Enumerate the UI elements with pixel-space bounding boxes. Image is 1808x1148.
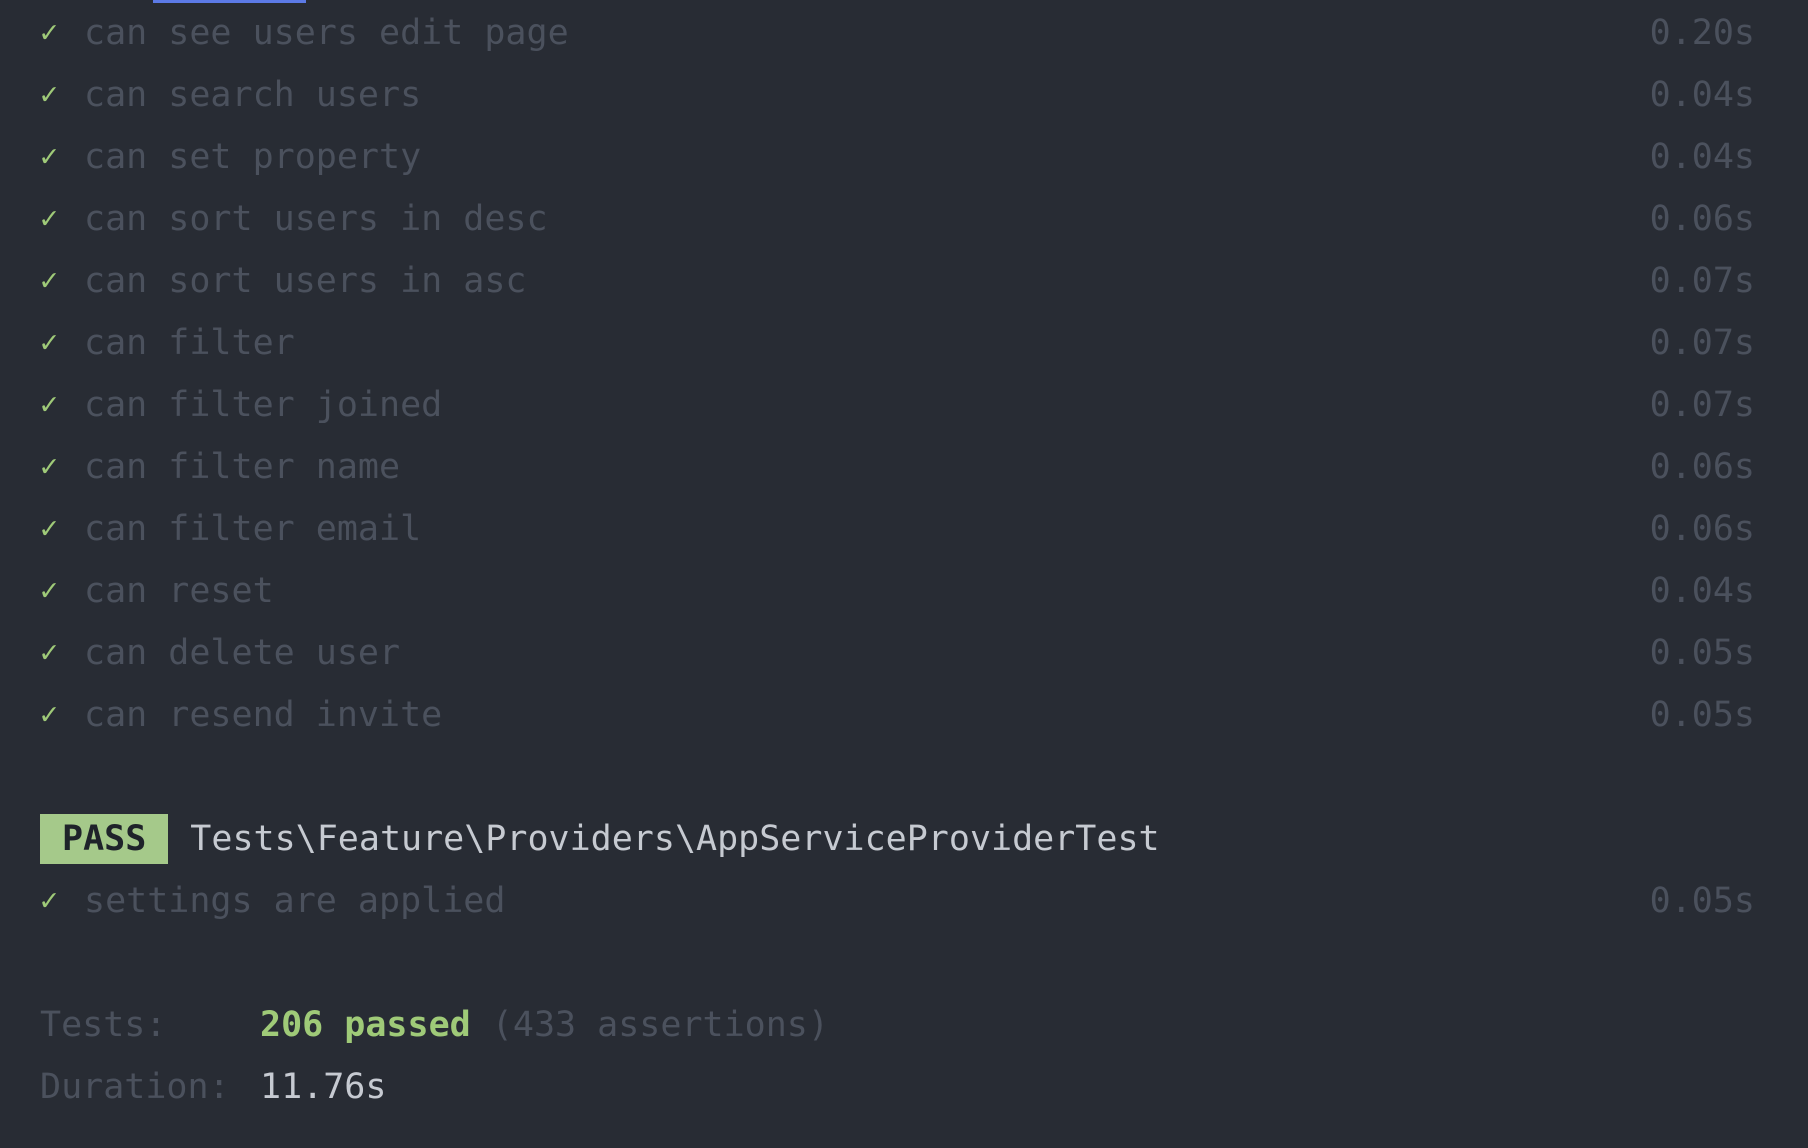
check-icon: ✓	[40, 387, 59, 422]
test-time: 0.07s	[1649, 323, 1755, 363]
test-row: ✓ can sort users in asc 0.07s	[40, 250, 1755, 312]
test-time: 0.06s	[1649, 447, 1755, 487]
check-icon: ✓	[40, 697, 59, 732]
test-name: can reset	[84, 571, 274, 611]
test-name: can sort users in asc	[84, 261, 527, 301]
test-time: 0.05s	[1649, 633, 1755, 673]
test-time: 0.05s	[1649, 695, 1755, 735]
pass-badge: PASS	[40, 814, 169, 864]
assertions-count: (433 assertions)	[491, 1005, 829, 1045]
tests-summary: Tests: 206 passed (433 assertions)	[40, 994, 829, 1056]
test-name: can search users	[84, 75, 422, 115]
tests-label: Tests:	[40, 1005, 167, 1045]
duration-label: Duration:	[40, 1067, 230, 1107]
test-row: ✓ can sort users in desc 0.06s	[40, 188, 1755, 250]
test-name: can sort users in desc	[84, 199, 548, 239]
test-row: ✓ can filter 0.07s	[40, 312, 1755, 374]
check-icon: ✓	[40, 325, 59, 360]
test-row: ✓ settings are applied 0.05s	[40, 870, 1755, 932]
check-icon: ✓	[40, 635, 59, 670]
test-time: 0.06s	[1649, 199, 1755, 239]
test-row: ✓ can filter name 0.06s	[40, 436, 1755, 498]
test-name: can filter email	[84, 509, 422, 549]
test-time: 0.07s	[1649, 385, 1755, 425]
suite-path: Tests\Feature\Providers\AppServiceProvid…	[190, 819, 1160, 859]
test-name: can resend invite	[84, 695, 443, 735]
duration-summary: Duration: 11.76s	[40, 1056, 386, 1118]
test-name: can filter joined	[84, 385, 443, 425]
test-time: 0.04s	[1649, 75, 1755, 115]
check-icon: ✓	[40, 573, 59, 608]
test-time: 0.04s	[1649, 571, 1755, 611]
test-time: 0.20s	[1649, 13, 1755, 53]
check-icon: ✓	[40, 77, 59, 112]
test-name: can see users edit page	[84, 13, 569, 53]
test-row: ✓ can reset 0.04s	[40, 560, 1755, 622]
passed-count: 206 passed	[260, 1005, 471, 1045]
test-name: can delete user	[84, 633, 401, 673]
test-row: ✓ can filter email 0.06s	[40, 498, 1755, 560]
duration-value: 11.76s	[260, 1067, 387, 1107]
check-icon: ✓	[40, 263, 59, 298]
test-time: 0.05s	[1649, 881, 1755, 921]
terminal-output: ✓ can see users edit page 0.20s ✓ can se…	[0, 0, 1808, 1148]
summary-spacer	[471, 1005, 492, 1045]
test-row: ✓ can delete user 0.05s	[40, 622, 1755, 684]
check-icon: ✓	[40, 883, 59, 918]
test-name: can filter name	[84, 447, 401, 487]
test-time: 0.04s	[1649, 137, 1755, 177]
test-name: can set property	[84, 137, 422, 177]
suite-header: PASS Tests\Feature\Providers\AppServiceP…	[40, 814, 1160, 864]
test-row: ✓ can see users edit page 0.20s	[40, 2, 1755, 64]
check-icon: ✓	[40, 139, 59, 174]
test-row: ✓ can resend invite 0.05s	[40, 684, 1755, 746]
test-row: ✓ can set property 0.04s	[40, 126, 1755, 188]
test-name: settings are applied	[84, 881, 506, 921]
test-row: ✓ can search users 0.04s	[40, 64, 1755, 126]
check-icon: ✓	[40, 15, 59, 50]
test-name: can filter	[84, 323, 295, 363]
check-icon: ✓	[40, 511, 59, 546]
test-time: 0.07s	[1649, 261, 1755, 301]
test-time: 0.06s	[1649, 509, 1755, 549]
check-icon: ✓	[40, 201, 59, 236]
test-row: ✓ can filter joined 0.07s	[40, 374, 1755, 436]
check-icon: ✓	[40, 449, 59, 484]
